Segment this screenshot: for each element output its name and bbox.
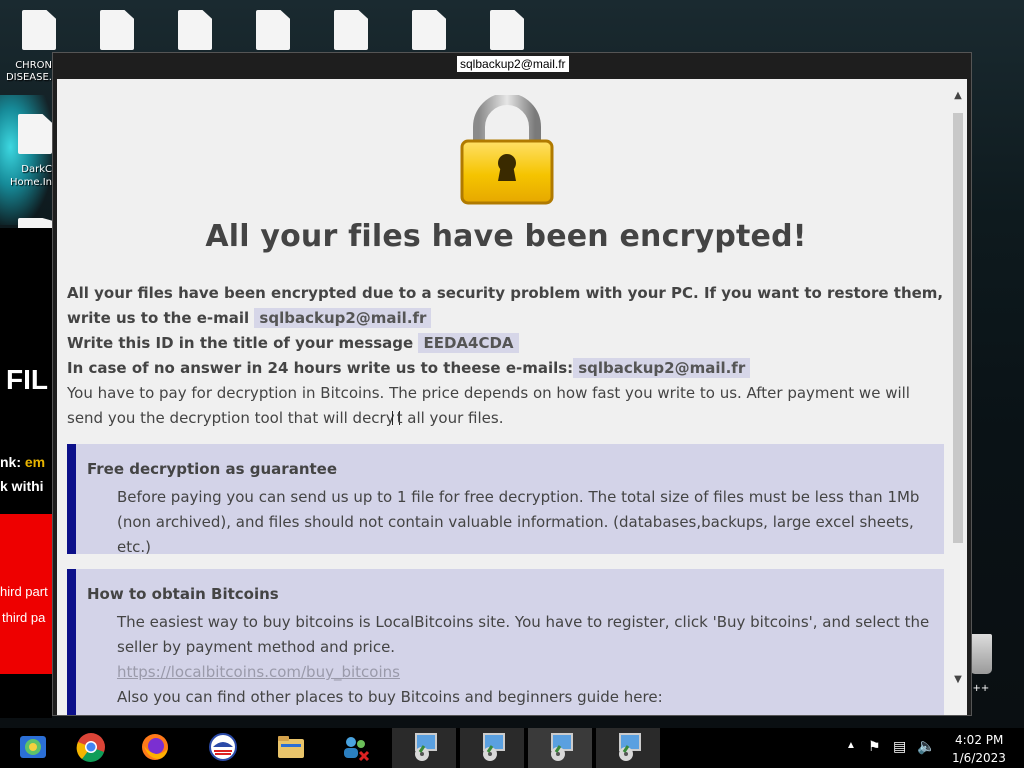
file-icon[interactable]: [178, 10, 212, 50]
network-icon[interactable]: ▤: [893, 738, 906, 755]
taskbar-app-button[interactable]: [460, 728, 524, 768]
recycle-bin-icon[interactable]: [970, 634, 992, 674]
taskbar-app-button[interactable]: [528, 728, 592, 768]
desktop-icon-label: DISEASE.: [5, 72, 52, 83]
background-window: FIL nk: em k withi hird part third pa: [0, 228, 52, 718]
installer-icon: [551, 733, 573, 761]
scroll-thumb[interactable]: [953, 113, 963, 543]
taskbar-app-button[interactable]: [596, 728, 660, 768]
scroll-down-icon[interactable]: ▼: [951, 673, 965, 687]
taskbar-app-button[interactable]: [58, 728, 122, 768]
background-text: nk: em: [0, 454, 46, 470]
ransom-window: sqlbackup2@mail.fr All your files have b…: [52, 52, 972, 716]
file-icon[interactable]: [18, 114, 52, 154]
scrollbar[interactable]: ▲ ▼: [951, 89, 965, 689]
box-title: Free decryption as guarantee: [87, 460, 338, 478]
ransom-paragraph: In case of no answer in 24 hours write u…: [67, 356, 947, 381]
padlock-icon: [460, 95, 554, 205]
box-body: The easiest way to buy bitcoins is Local…: [117, 613, 930, 656]
taskbar-app-button[interactable]: [258, 728, 322, 768]
background-text: k withi: [0, 478, 44, 494]
window-title: sqlbackup2@mail.fr: [457, 56, 569, 72]
contact-email[interactable]: sqlbackup2@mail.fr: [573, 358, 751, 378]
file-icon[interactable]: [334, 10, 368, 50]
window-titlebar[interactable]: sqlbackup2@mail.fr: [53, 53, 971, 75]
info-box: Free decryption as guarantee Before payi…: [67, 444, 944, 556]
chromium-icon: [20, 736, 46, 758]
network-users-icon: [344, 737, 370, 762]
chrome-icon: [76, 733, 105, 762]
ransom-content: All your files have been encrypted! All …: [57, 79, 967, 715]
box-title: How to obtain Bitcoins: [87, 585, 279, 603]
background-text: hird part: [0, 584, 48, 599]
volume-icon[interactable]: 🔈: [917, 737, 936, 755]
clock-date[interactable]: 1/6/2023: [952, 751, 1006, 765]
installer-icon: [619, 733, 641, 761]
desktop-icon-label: Home.In: [10, 177, 52, 188]
ransom-paragraph: Write this ID in the title of your messa…: [67, 331, 947, 356]
taskbar: ▲ ⚑ ▤ 🔈 4:02 PM 1/6/2023: [0, 728, 1024, 768]
taskbar-app-button[interactable]: [392, 728, 456, 768]
box-body: Also you can find other places to buy Bi…: [117, 688, 663, 706]
scroll-up-icon[interactable]: ▲: [951, 89, 965, 103]
bitcoin-link[interactable]: https://localbitcoins.com/buy_bitcoins: [117, 660, 942, 685]
installer-icon: [483, 733, 505, 761]
flag-icon[interactable]: ⚑: [868, 738, 881, 755]
background-heading: FIL: [6, 364, 48, 395]
victim-id[interactable]: EEDA4CDA: [418, 333, 519, 353]
desktop-icon-label: DarkC: [21, 164, 52, 175]
ransom-paragraph: All your files have been encrypted due t…: [67, 284, 944, 328]
file-icon[interactable]: [100, 10, 134, 50]
file-icon[interactable]: [256, 10, 290, 50]
taskbar-app-button[interactable]: [122, 728, 186, 768]
taskbar-app-button[interactable]: [190, 728, 254, 768]
clock-time[interactable]: 4:02 PM: [955, 733, 1003, 747]
info-box: How to obtain Bitcoins The easiest way t…: [67, 569, 944, 715]
installer-icon: [415, 733, 437, 761]
show-hidden-icons-icon[interactable]: ▲: [846, 740, 856, 751]
firefox-icon: [142, 734, 168, 760]
taskbar-app-button[interactable]: [322, 728, 386, 768]
file-icon[interactable]: [490, 10, 524, 50]
desktop-icon-label: CHRON: [15, 60, 52, 71]
box-body: Before paying you can send us up to 1 fi…: [117, 488, 920, 556]
folder-icon: [278, 736, 304, 758]
logo-icon: [209, 733, 237, 761]
ransom-paragraph: You have to pay for decryption in Bitcoi…: [67, 384, 910, 427]
file-icon[interactable]: [22, 10, 56, 50]
file-icon[interactable]: [412, 10, 446, 50]
page-title: All your files have been encrypted!: [205, 219, 807, 254]
contact-email[interactable]: sqlbackup2@mail.fr: [254, 308, 432, 328]
taskbar-app-button[interactable]: [0, 728, 64, 768]
background-text: third pa: [2, 610, 46, 625]
